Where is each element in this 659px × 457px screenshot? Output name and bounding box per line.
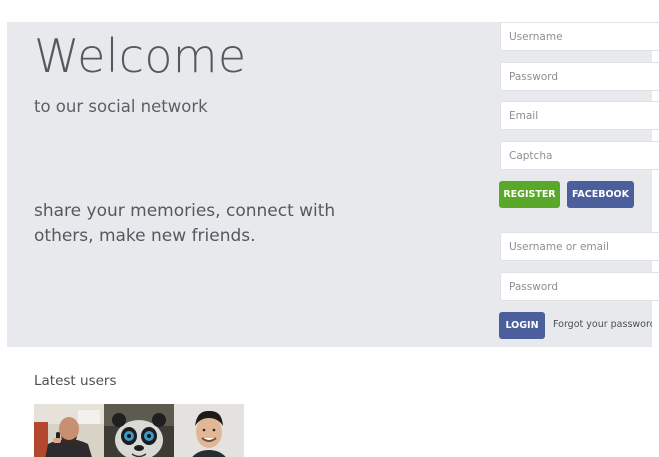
forgot-password-link[interactable]: Forgot your password? <box>553 319 652 330</box>
avatar-photo-man-with-mic <box>34 404 104 457</box>
register-username-input[interactable] <box>500 22 659 51</box>
login-button[interactable]: LOGIN <box>499 312 545 339</box>
register-button[interactable]: REGISTER <box>499 181 560 208</box>
tagline-text: share your memories, connect with others… <box>34 201 336 246</box>
user-avatar-3[interactable] <box>174 404 244 457</box>
welcome-heading: Welcome <box>34 29 247 83</box>
latest-users-avatars <box>34 404 244 457</box>
register-email-input[interactable] <box>500 101 659 130</box>
register-password-input[interactable] <box>500 62 659 91</box>
avatar-photo-panda <box>104 404 174 457</box>
user-avatar-1[interactable] <box>34 404 104 457</box>
avatar-photo-smiling-man <box>174 404 244 457</box>
login-password-input[interactable] <box>500 272 659 301</box>
login-username-input[interactable] <box>500 232 659 261</box>
latest-users-heading: Latest users <box>34 373 117 389</box>
welcome-subtitle: to our social network <box>34 97 208 116</box>
facebook-button[interactable]: FACEBOOK <box>567 181 634 208</box>
user-avatar-2[interactable] <box>104 404 174 457</box>
captcha-input[interactable] <box>500 141 659 170</box>
